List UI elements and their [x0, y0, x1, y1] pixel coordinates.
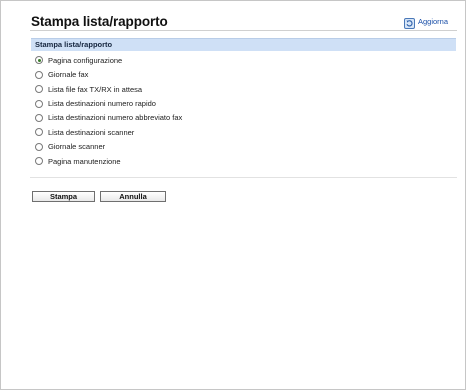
option-pagina-configurazione[interactable]: Pagina configurazione	[35, 53, 182, 67]
section-header: Stampa lista/rapporto	[31, 38, 456, 51]
refresh-label: Aggiorna	[417, 17, 448, 26]
options-divider	[30, 177, 457, 178]
print-button[interactable]: Stampa	[32, 191, 95, 202]
radio-button[interactable]	[35, 99, 43, 108]
option-lista-numero-rapido[interactable]: Lista destinazioni numero rapido	[35, 96, 182, 110]
report-options-list: Pagina configurazione Giornale fax Lista…	[35, 53, 182, 169]
radio-button[interactable]	[35, 157, 43, 166]
option-label: Lista destinazioni scanner	[48, 127, 135, 137]
page-frame: Stampa lista/rapporto Aggiorna Stampa li…	[0, 0, 466, 390]
option-label: Lista file fax TX/RX in attesa	[48, 84, 143, 94]
option-label: Lista destinazioni numero rapido	[48, 99, 156, 109]
option-lista-scanner[interactable]: Lista destinazioni scanner	[35, 125, 182, 139]
cancel-button[interactable]: Annulla	[100, 191, 166, 202]
radio-button[interactable]	[35, 56, 43, 65]
option-giornale-scanner[interactable]: Giornale scanner	[35, 140, 182, 154]
title-divider	[30, 30, 457, 31]
radio-button[interactable]	[35, 142, 43, 151]
page-title: Stampa lista/rapporto	[31, 14, 168, 29]
option-label: Pagina configurazione	[48, 55, 123, 65]
option-label: Giornale scanner	[48, 142, 106, 152]
option-lista-file-fax[interactable]: Lista file fax TX/RX in attesa	[35, 82, 182, 96]
radio-button[interactable]	[35, 70, 43, 79]
refresh-icon	[403, 16, 415, 29]
option-label: Pagina manutenzione	[48, 156, 121, 166]
option-label: Lista destinazioni numero abbreviato fax	[48, 113, 183, 123]
option-giornale-fax[interactable]: Giornale fax	[35, 67, 182, 81]
refresh-link[interactable]: Aggiorna	[403, 16, 448, 29]
radio-button[interactable]	[35, 128, 43, 137]
radio-button[interactable]	[35, 85, 43, 94]
radio-button[interactable]	[35, 113, 43, 122]
option-pagina-manutenzione[interactable]: Pagina manutenzione	[35, 154, 182, 168]
option-label: Giornale fax	[48, 70, 89, 80]
option-lista-numero-abbreviato[interactable]: Lista destinazioni numero abbreviato fax	[35, 111, 182, 125]
